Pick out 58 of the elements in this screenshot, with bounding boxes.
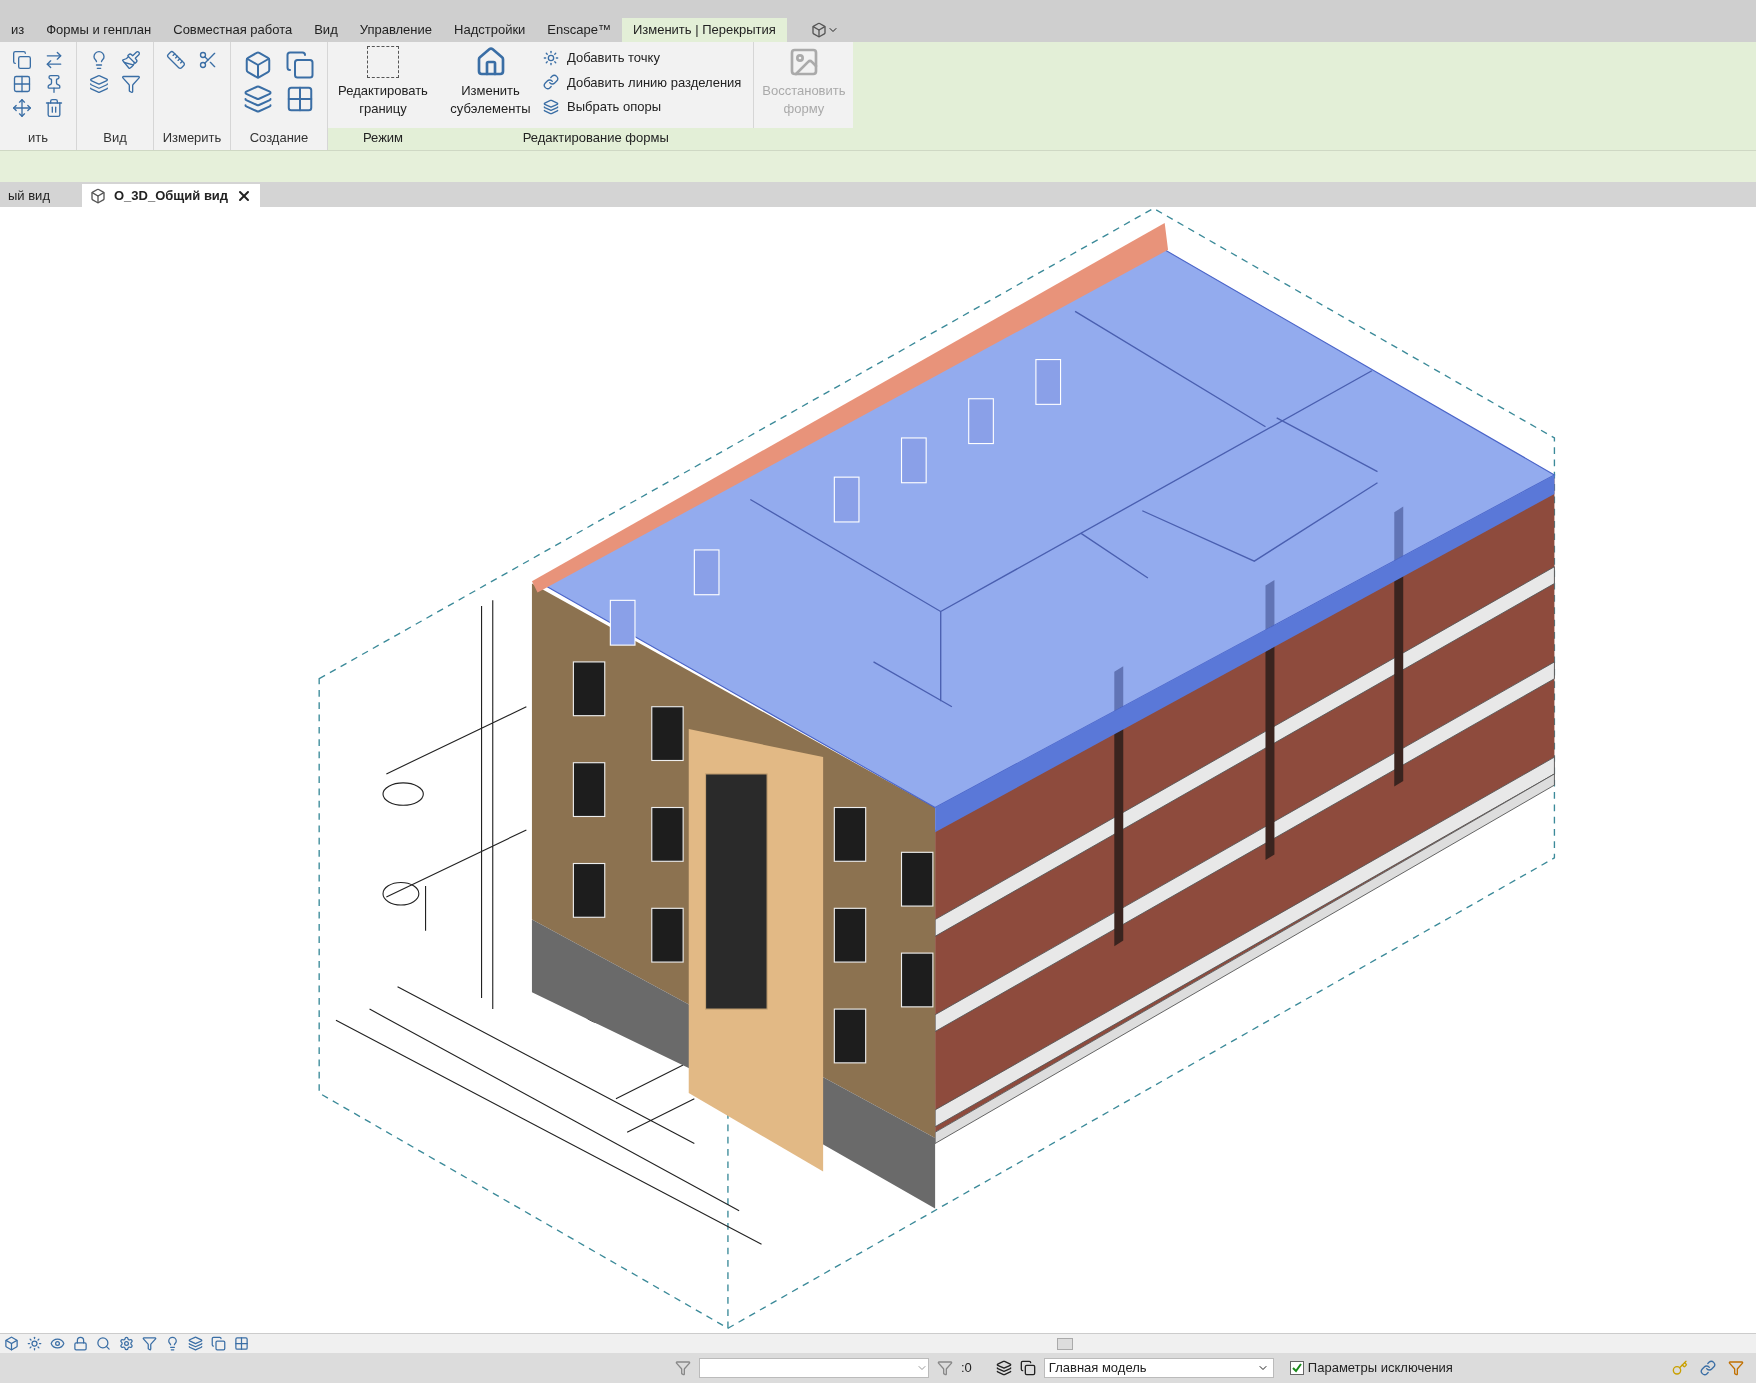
- shape-command-button[interactable]: Добавить линию разделения: [543, 72, 742, 92]
- panel-label: Вид: [102, 129, 128, 147]
- view-control-icon[interactable]: [234, 1336, 249, 1351]
- panel-label: Режим: [328, 128, 438, 150]
- view-control-icon[interactable]: [73, 1336, 88, 1351]
- filter-icon[interactable]: [937, 1360, 953, 1376]
- view-control-icon[interactable]: [50, 1336, 65, 1351]
- ribbon-tab[interactable]: Enscape™: [536, 18, 622, 42]
- ribbon-tab[interactable]: Формы и генплан: [35, 18, 163, 42]
- ribbon-tab[interactable]: из: [0, 18, 36, 42]
- view-control-icon[interactable]: [211, 1336, 226, 1351]
- panel-label: ить: [27, 129, 49, 147]
- view-control-icon[interactable]: [165, 1336, 180, 1351]
- ribbon-tab[interactable]: Надстройки: [443, 18, 537, 42]
- copy-icon[interactable]: [1019, 1360, 1036, 1376]
- command-icon: [543, 98, 559, 115]
- panel-toggle-icon[interactable]: [810, 22, 839, 38]
- view-control-icon[interactable]: [119, 1336, 134, 1351]
- shape-command-button[interactable]: Выбрать опоры: [543, 97, 742, 117]
- ribbon-tab[interactable]: Изменить | Перекрытия: [621, 18, 787, 42]
- filter-icon[interactable]: [1728, 1360, 1744, 1376]
- panel-label: Редактирование формы: [438, 128, 854, 150]
- view-tab[interactable]: ый вид: [0, 184, 58, 207]
- model-dropdown[interactable]: Главная модель: [1043, 1358, 1274, 1378]
- move-icon[interactable]: [12, 98, 32, 118]
- modify-sub-elements-button[interactable]: Изменить субэлементы: [438, 42, 543, 128]
- exclude-checkbox[interactable]: [1289, 1361, 1304, 1375]
- edit-boundary-button[interactable]: Редактировать границу: [328, 42, 438, 128]
- view-control-icon[interactable]: [96, 1336, 111, 1351]
- workset-field[interactable]: [699, 1358, 929, 1378]
- view-control-icon[interactable]: [188, 1336, 203, 1351]
- ribbon-tab[interactable]: Вид: [303, 18, 349, 42]
- arrows-icon[interactable]: [44, 50, 64, 70]
- filter-icon[interactable]: [121, 74, 141, 94]
- command-icon: [543, 49, 559, 66]
- view-tab[interactable]: О_3D_Общий вид: [82, 184, 261, 207]
- horizontal-scrollbar[interactable]: [1057, 1337, 1073, 1350]
- ruler-icon[interactable]: [166, 50, 186, 70]
- ribbon-tab[interactable]: Управление: [348, 18, 443, 42]
- selection-count: :0: [961, 1359, 972, 1378]
- panel-label: Измерить: [161, 129, 223, 147]
- view-control-icon[interactable]: [27, 1336, 42, 1351]
- grid-icon[interactable]: [12, 74, 32, 94]
- cube-icon: [90, 187, 106, 204]
- grid-icon[interactable]: [285, 84, 315, 114]
- checkbox-label: Параметры исключения: [1307, 1359, 1453, 1378]
- layers-icon[interactable]: [995, 1360, 1012, 1376]
- link-icon[interactable]: [1700, 1360, 1716, 1376]
- panel-label: Создание: [248, 129, 310, 147]
- view-control-icon[interactable]: [142, 1336, 157, 1351]
- filter-icon[interactable]: [675, 1360, 691, 1376]
- command-icon: [543, 74, 559, 91]
- paintbrush-icon[interactable]: [121, 50, 141, 70]
- box-icon[interactable]: [243, 50, 273, 80]
- delete-icon[interactable]: [44, 98, 64, 118]
- shape-command-button[interactable]: Добавить точку: [543, 48, 742, 68]
- ribbon-tab[interactable]: Совместная работа: [162, 18, 304, 42]
- view-control-icon[interactable]: [4, 1336, 19, 1351]
